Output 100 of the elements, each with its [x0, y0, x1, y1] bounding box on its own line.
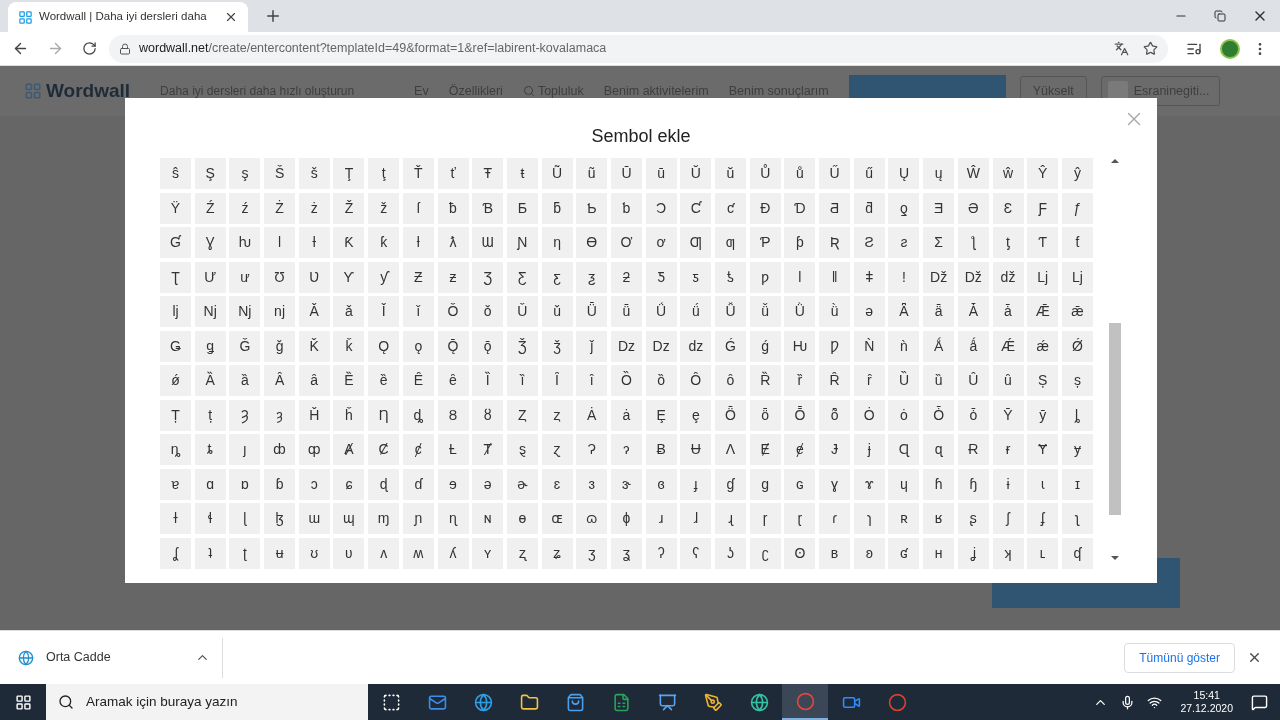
reload-icon[interactable]	[82, 41, 97, 56]
symbol-key[interactable]: Ǯ	[506, 330, 538, 362]
symbol-key[interactable]: Ʋ	[298, 261, 330, 293]
symbol-key[interactable]: Ǹ	[853, 330, 885, 362]
symbol-key[interactable]: ɴ	[472, 503, 504, 534]
symbol-key[interactable]: Ƴ	[333, 261, 365, 293]
symbol-key[interactable]: ǚ	[749, 296, 781, 327]
symbol-key[interactable]: ǰ	[576, 330, 608, 362]
symbol-key[interactable]: ʔ	[645, 537, 677, 569]
symbol-key[interactable]: ə	[472, 468, 504, 500]
symbol-key[interactable]: ɖ	[368, 468, 400, 500]
symbol-key[interactable]: ŝ	[160, 158, 191, 189]
symbol-key[interactable]: Ƃ	[506, 192, 538, 224]
symbol-key[interactable]: ʈ	[229, 537, 261, 569]
symbol-key[interactable]: ɣ	[819, 468, 851, 500]
symbol-key[interactable]: ż	[298, 192, 330, 224]
symbol-key[interactable]: ɐ	[160, 468, 191, 500]
symbol-key[interactable]: ǿ	[160, 365, 191, 396]
symbol-key[interactable]: ƶ	[437, 261, 469, 293]
symbol-key[interactable]: ȴ	[1061, 399, 1093, 431]
symbol-key[interactable]: ƛ	[437, 227, 469, 258]
symbol-key[interactable]: ȩ	[680, 399, 712, 431]
symbol-key[interactable]: Ʉ	[680, 434, 712, 465]
symbol-key[interactable]: ž	[368, 192, 400, 224]
symbol-key[interactable]: ǥ	[194, 330, 226, 362]
browser-tab[interactable]: Wordwall | Daha iyi dersleri daha	[8, 2, 248, 32]
symbol-key[interactable]: ƥ	[784, 227, 816, 258]
symbol-key[interactable]: Ȩ	[645, 399, 677, 431]
symbol-key[interactable]: ʋ	[333, 537, 365, 569]
symbol-key[interactable]: Ȁ	[194, 365, 226, 396]
symbol-key[interactable]: ȓ	[853, 365, 885, 396]
symbol-key[interactable]: Ƚ	[437, 434, 469, 465]
symbol-key[interactable]: ʊ	[298, 537, 330, 569]
symbol-key[interactable]: Ƈ	[680, 192, 712, 224]
symbol-key[interactable]: Ƙ	[333, 227, 365, 258]
symbol-key[interactable]: Ƥ	[749, 227, 781, 258]
symbol-key[interactable]: Ȯ	[853, 399, 885, 431]
symbol-key[interactable]: ɩ	[1027, 468, 1059, 500]
symbol-key[interactable]: ɇ	[784, 434, 816, 465]
symbol-key[interactable]: ȕ	[923, 365, 955, 396]
symbol-key[interactable]: ǽ	[1027, 330, 1059, 362]
symbol-key[interactable]: Ǩ	[298, 330, 330, 362]
symbol-key[interactable]: Ţ	[333, 158, 365, 189]
symbol-key[interactable]: ɸ	[610, 503, 642, 534]
symbol-key[interactable]: ʍ	[402, 537, 434, 569]
symbol-key[interactable]: ƻ	[610, 261, 642, 293]
close-icon[interactable]	[1247, 650, 1262, 665]
symbol-key[interactable]: ɹ	[645, 503, 677, 534]
symbol-key[interactable]: Ơ	[610, 227, 642, 258]
symbol-key[interactable]: Ǫ	[368, 330, 400, 362]
symbol-key[interactable]: ŷ	[1061, 158, 1093, 189]
symbol-key[interactable]: ɟ	[680, 468, 712, 500]
symbol-key[interactable]: ʟ	[1027, 537, 1059, 569]
symbol-key[interactable]: ɵ	[506, 503, 538, 534]
microphone-icon[interactable]	[1120, 694, 1136, 710]
symbol-key[interactable]: ɫ	[160, 503, 191, 534]
symbol-key[interactable]: Ɵ	[576, 227, 608, 258]
symbol-key[interactable]: ʁ	[923, 503, 955, 534]
symbol-key[interactable]: Ǜ	[784, 296, 816, 327]
symbol-key[interactable]: Ɲ	[506, 227, 538, 258]
symbol-key[interactable]: ʄ	[1027, 503, 1059, 534]
symbol-key[interactable]: ɻ	[715, 503, 746, 534]
symbol-key[interactable]: Ɏ	[1027, 434, 1059, 465]
symbol-key[interactable]: ſ	[402, 192, 434, 224]
symbol-key[interactable]: Ǣ	[1027, 296, 1059, 327]
symbol-key[interactable]: Ƌ	[819, 192, 851, 224]
symbol-key[interactable]: Ɍ	[957, 434, 989, 465]
symbol-key[interactable]: ʘ	[784, 537, 816, 569]
symbol-key[interactable]: Ū	[610, 158, 642, 189]
symbol-key[interactable]: ɦ	[923, 468, 955, 500]
symbol-key[interactable]: ƿ	[749, 261, 781, 293]
symbol-key[interactable]: ɪ	[1061, 468, 1093, 500]
symbol-key[interactable]: Ɇ	[749, 434, 781, 465]
symbol-key[interactable]: ǣ	[1061, 296, 1093, 327]
symbol-key[interactable]: ȥ	[541, 399, 573, 431]
symbol-key[interactable]: ɚ	[506, 468, 538, 500]
symbol-key[interactable]: ɍ	[992, 434, 1024, 465]
symbol-key[interactable]: ɱ	[368, 503, 400, 534]
symbol-key[interactable]: dz	[680, 330, 712, 362]
symbol-key[interactable]: Ȼ	[368, 434, 400, 465]
windows-icon[interactable]	[14, 693, 32, 711]
symbol-key[interactable]: ȳ	[1027, 399, 1059, 431]
scroll-thumb[interactable]	[1108, 323, 1121, 515]
symbol-key[interactable]: Nj	[194, 296, 226, 327]
symbol-key[interactable]: ɘ	[437, 468, 469, 500]
symbol-key[interactable]: Ź	[194, 192, 226, 224]
symbol-key[interactable]: ʖ	[715, 537, 746, 569]
symbol-key[interactable]: ʓ	[610, 537, 642, 569]
symbol-key[interactable]: ɒ	[229, 468, 261, 500]
symbol-key[interactable]: Ş	[194, 158, 226, 189]
symbol-key[interactable]: ȍ	[645, 365, 677, 396]
symbol-key[interactable]: Ž	[333, 192, 365, 224]
symbol-key[interactable]: ų	[923, 158, 955, 189]
symbol-key[interactable]: Ⱦ	[472, 434, 504, 465]
symbol-key[interactable]: Š	[264, 158, 296, 189]
symbol-key[interactable]: ǻ	[957, 330, 989, 362]
translate-icon[interactable]	[1114, 41, 1129, 56]
symbol-key[interactable]: ŧ	[506, 158, 538, 189]
symbol-key[interactable]: ȝ	[264, 399, 296, 431]
symbol-key[interactable]: ɿ	[853, 503, 885, 534]
